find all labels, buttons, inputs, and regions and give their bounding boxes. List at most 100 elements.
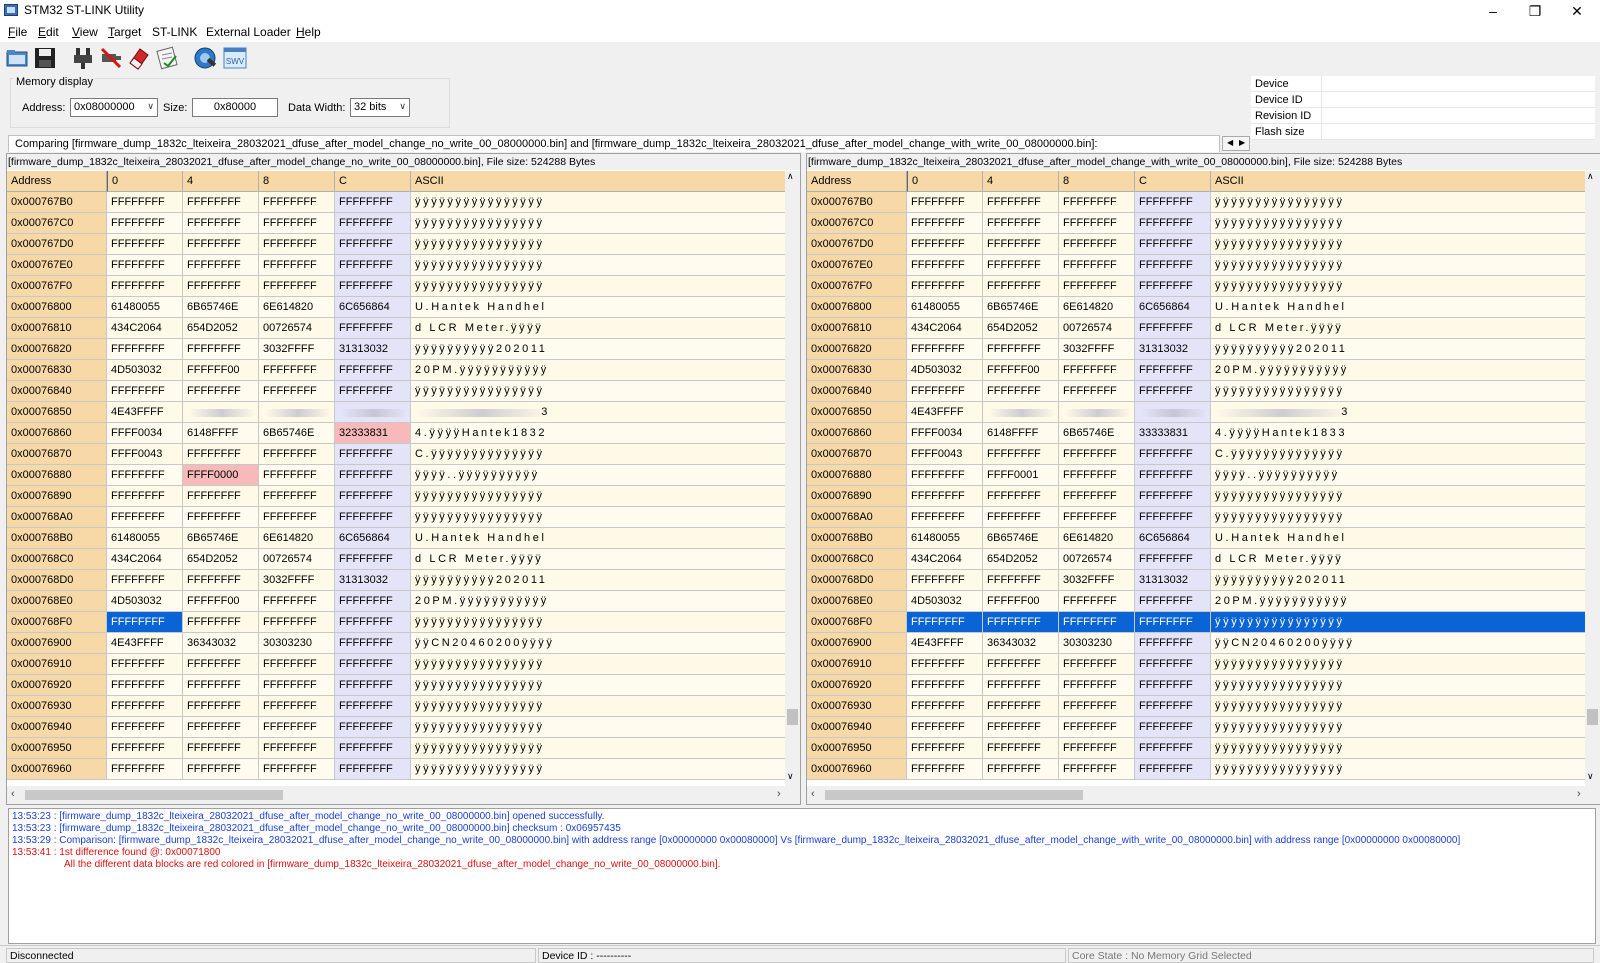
data-cell[interactable]: FFFFFFFF (335, 738, 411, 759)
ascii-cell[interactable]: ÿÿÿÿÿÿÿÿÿÿÿÿÿÿÿÿ (1211, 759, 1587, 780)
ascii-cell[interactable]: ÿÿÿÿÿÿÿÿÿÿ202011 (1211, 570, 1587, 591)
data-cell[interactable]: FFFFFFFF (983, 486, 1059, 507)
address-cell[interactable]: 0x00076930 (807, 696, 907, 717)
data-cell[interactable]: FFFFFFFF (1135, 696, 1211, 717)
data-cell[interactable]: 00726574 (1059, 549, 1135, 570)
ascii-cell[interactable]: ÿÿÿÿÿÿÿÿÿÿÿÿÿÿÿÿ (411, 612, 787, 633)
data-cell[interactable]: FFFFFFFF (107, 255, 183, 276)
address-cell[interactable]: 0x00076870 (7, 444, 107, 465)
table-row[interactable]: 0x000768D0 FFFFFFFF FFFFFFFF 3032FFFF 313130… (7, 570, 787, 591)
address-cell[interactable]: 0x000768A0 (7, 507, 107, 528)
left-horizontal-scrollbar[interactable]: ‹ › (7, 786, 800, 804)
data-cell[interactable]: 4D503032 (907, 360, 983, 381)
table-row[interactable]: 0x000768A0 FFFFFFFF FFFFFFFF FFFFFFFF FFFFFF… (807, 507, 1587, 528)
column-header[interactable]: 8 (259, 171, 335, 192)
data-cell[interactable]: FFFFFFFF (1135, 717, 1211, 738)
log-console[interactable]: 13:53:23 : [firmware_dump_1832c_lteixeir… (8, 808, 1596, 944)
data-cell[interactable]: 6B65746E (1059, 423, 1135, 444)
data-cell[interactable]: FFFFFFFF (107, 465, 183, 486)
address-cell[interactable]: 0x000768B0 (807, 528, 907, 549)
data-cell[interactable]: FFFFFFFF (259, 444, 335, 465)
data-cell[interactable]: FFFFFFFF (1059, 486, 1135, 507)
address-cell[interactable]: 0x000768E0 (807, 591, 907, 612)
table-row[interactable]: 0x00076800 61480055 6B65746E 6E614820 6C6568… (807, 297, 1587, 318)
data-cell[interactable]: FFFFFFFF (335, 675, 411, 696)
data-cell[interactable]: 434C2064 (907, 318, 983, 339)
data-cell[interactable]: 434C2064 (107, 318, 183, 339)
data-cell[interactable]: 61480055 (107, 528, 183, 549)
right-vertical-scrollbar[interactable]: ∧ ∨ (1585, 171, 1600, 786)
data-cell[interactable]: FFFFFFFF (183, 507, 259, 528)
data-cell[interactable]: FFFFFFFF (1059, 654, 1135, 675)
menu-item[interactable]: External Loader (206, 25, 291, 39)
table-row[interactable]: 0x000767C0 FFFFFFFF FFFFFFFF FFFFFFFF FFFFFF… (7, 213, 787, 234)
data-cell[interactable]: FFFFFFFF (183, 213, 259, 234)
ascii-cell[interactable]: ÿÿÿÿÿÿÿÿÿÿÿÿÿÿÿÿ (411, 255, 787, 276)
ascii-cell[interactable]: C.ÿÿÿÿÿÿÿÿÿÿÿÿÿÿ (1211, 444, 1587, 465)
data-cell[interactable]: FFFFFFFF (907, 192, 983, 213)
data-cell[interactable]: FFFFFFFF (107, 570, 183, 591)
scroll-up-icon[interactable]: ∧ (787, 171, 794, 182)
address-cell[interactable]: 0x00076940 (807, 717, 907, 738)
data-cell[interactable]: FFFFFFFF (983, 570, 1059, 591)
data-cell[interactable]: FFFFFFFF (1059, 759, 1135, 780)
data-cell[interactable]: FFFFFFFF (259, 465, 335, 486)
ascii-cell[interactable]: ÿÿÿÿÿÿÿÿÿÿÿÿÿÿÿÿ (1211, 717, 1587, 738)
address-cell[interactable]: 0x00076840 (807, 381, 907, 402)
ascii-cell[interactable]: ÿÿÿÿÿÿÿÿÿÿ202011 (1211, 339, 1587, 360)
data-cell[interactable]: FFFFFFFF (183, 255, 259, 276)
data-cell[interactable]: 4D503032 (107, 591, 183, 612)
table-row[interactable]: 0x00076930 FFFFFFFF FFFFFFFF FFFFFFFF FFFFFF… (7, 696, 787, 717)
address-cell[interactable]: 0x000768C0 (7, 549, 107, 570)
data-cell[interactable]: FFFFFFFF (259, 717, 335, 738)
scroll-up-icon[interactable]: ∧ (1587, 171, 1594, 182)
address-cell[interactable]: 0x000768B0 (7, 528, 107, 549)
ascii-cell[interactable]: ÿÿÿÿÿÿÿÿÿÿÿÿÿÿÿÿ (411, 717, 787, 738)
left-vertical-scrollbar[interactable]: ∧ ∨ (785, 171, 800, 786)
minimize-button[interactable]: – (1470, 0, 1516, 22)
data-cell[interactable]: FFFFFFFF (983, 381, 1059, 402)
data-cell[interactable]: FFFFFFFF (183, 444, 259, 465)
table-row[interactable]: 0x00076830 4D503032 FFFFFF00 FFFFFFFF FFFFFF… (807, 360, 1587, 381)
data-cell[interactable]: 4E43FFFF (107, 402, 183, 423)
table-row[interactable]: 0x00076940 FFFFFFFF FFFFFFFF FFFFFFFF FFFFFF… (807, 717, 1587, 738)
data-cell[interactable]: FFFFFFFF (259, 675, 335, 696)
data-cell[interactable]: FFFFFFFF (1059, 696, 1135, 717)
ascii-cell[interactable]: ÿÿÿÿ..ÿÿÿÿÿÿÿÿÿÿ (411, 465, 787, 486)
table-row[interactable]: 0x000768504E43FFFF3 (807, 402, 1587, 423)
data-cell[interactable]: 31313032 (1135, 570, 1211, 591)
data-cell[interactable]: FFFFFFFF (335, 654, 411, 675)
address-cell[interactable]: 0x000767D0 (7, 234, 107, 255)
data-cell[interactable]: 30303230 (259, 633, 335, 654)
table-row[interactable]: 0x000767D0 FFFFFFFF FFFFFFFF FFFFFFFF FFFFFF… (807, 234, 1587, 255)
data-cell[interactable]: FFFFFFFF (983, 234, 1059, 255)
data-cell[interactable]: FFFFFFFF (1135, 360, 1211, 381)
ascii-cell[interactable]: U.Hantek Handhel (1211, 528, 1587, 549)
data-cell[interactable]: FFFFFFFF (1135, 213, 1211, 234)
scroll-thumb[interactable] (825, 790, 1083, 800)
data-cell[interactable]: FFFFFFFF (1059, 717, 1135, 738)
table-row[interactable]: 0x00076900 4E43FFFF 36343032 30303230 FFFFFF… (7, 633, 787, 654)
table-row[interactable]: 0x00076800 61480055 6B65746E 6E614820 6C6568… (7, 297, 787, 318)
data-cell[interactable]: 6C656864 (335, 297, 411, 318)
data-cell[interactable]: FFFFFFFF (1135, 486, 1211, 507)
address-cell[interactable]: 0x000767D0 (807, 234, 907, 255)
data-cell[interactable]: FFFFFFFF (259, 696, 335, 717)
ascii-cell[interactable]: 20PM.ÿÿÿÿÿÿÿÿÿÿÿ (411, 591, 787, 612)
table-row[interactable]: 0x00076820 FFFFFFFF FFFFFFFF 3032FFFF 313130… (7, 339, 787, 360)
data-cell[interactable]: 31313032 (335, 570, 411, 591)
data-cell[interactable]: FFFFFFFF (1135, 633, 1211, 654)
data-cell[interactable]: FFFFFFFF (107, 234, 183, 255)
data-cell[interactable]: 61480055 (107, 297, 183, 318)
data-cell[interactable]: 6E614820 (1059, 297, 1135, 318)
table-row[interactable]: 0x000768D0 FFFFFFFF FFFFFFFF 3032FFFF 313130… (807, 570, 1587, 591)
menu-item[interactable]: Edit (38, 25, 59, 39)
ascii-cell[interactable]: ÿÿÿÿÿÿÿÿÿÿÿÿÿÿÿÿ (411, 654, 787, 675)
address-cell[interactable]: 0x000767B0 (7, 192, 107, 213)
menu-item[interactable]: File (8, 25, 27, 39)
ascii-cell[interactable]: U.Hantek Handhel (1211, 297, 1587, 318)
scroll-left-icon[interactable]: ‹ (811, 788, 815, 800)
address-cell[interactable]: 0x000767C0 (807, 213, 907, 234)
table-row[interactable]: 0x000768F0 FFFFFFFF FFFFFFFF FFFFFFFF FFFFFF… (7, 612, 787, 633)
ascii-cell[interactable]: ÿÿÿÿÿÿÿÿÿÿÿÿÿÿÿÿ (411, 738, 787, 759)
